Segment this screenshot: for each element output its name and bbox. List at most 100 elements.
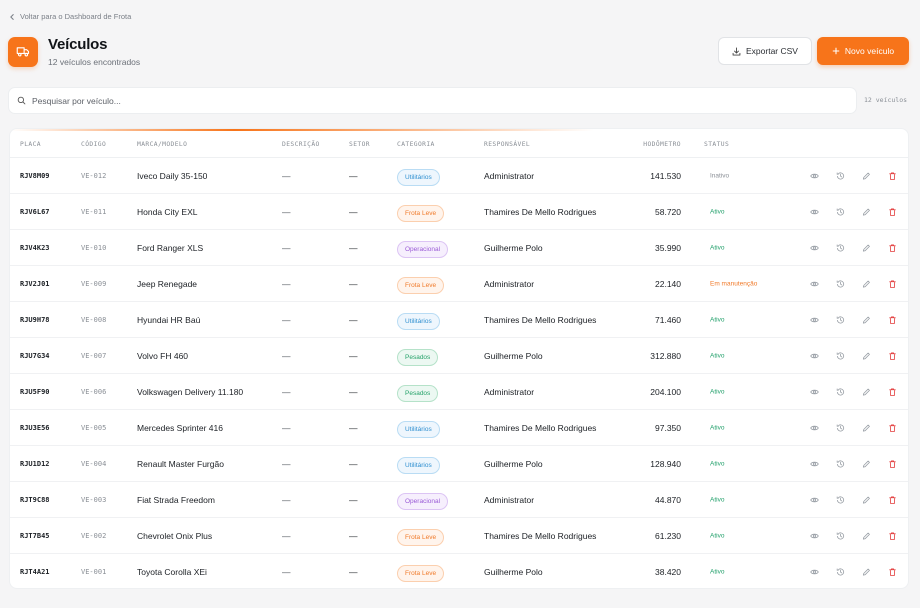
view-button[interactable] <box>808 421 821 434</box>
cell-hodometro: 204.100 <box>650 386 681 397</box>
edit-button[interactable] <box>860 529 873 542</box>
column-header-categoria[interactable]: Categoria <box>397 141 435 148</box>
column-header-responsavel[interactable]: Responsável <box>484 141 530 148</box>
cell-descricao: — <box>282 314 291 325</box>
view-button[interactable] <box>808 169 821 182</box>
cell-marca-modelo: Hyundai HR Baú <box>137 314 201 325</box>
column-header-marca[interactable]: Marca/Modelo <box>137 141 187 148</box>
eye-icon <box>810 495 819 504</box>
pencil-icon <box>862 423 871 432</box>
view-button[interactable] <box>808 349 821 362</box>
table-row[interactable]: RJV4K23 VE-010 Ford Ranger XLS — — Operaciona… <box>10 230 908 266</box>
back-link[interactable]: Voltar para o Dashboard de Frota <box>8 12 131 21</box>
search-input[interactable] <box>32 95 832 106</box>
history-button[interactable] <box>834 241 847 254</box>
delete-button[interactable] <box>886 421 899 434</box>
pencil-icon <box>862 243 871 252</box>
view-button[interactable] <box>808 205 821 218</box>
table-row[interactable]: RJV2J01 VE-009 Jeep Renegade — — Frota Leve Ad… <box>10 266 908 302</box>
edit-button[interactable] <box>860 385 873 398</box>
edit-button[interactable] <box>860 205 873 218</box>
table-row[interactable]: RJU1D12 VE-004 Renault Master Furgão — — Util… <box>10 446 908 482</box>
history-button[interactable] <box>834 457 847 470</box>
column-header-status[interactable]: Status <box>704 141 729 148</box>
table-row[interactable]: RJU7G34 VE-007 Volvo FH 460 — — Pesados Guilhe… <box>10 338 908 374</box>
history-button[interactable] <box>834 566 847 579</box>
edit-button[interactable] <box>860 566 873 579</box>
delete-button[interactable] <box>886 457 899 470</box>
history-button[interactable] <box>834 529 847 542</box>
view-button[interactable] <box>808 566 821 579</box>
view-button[interactable] <box>808 277 821 290</box>
cell-descricao: — <box>282 350 291 361</box>
cell-descricao: — <box>282 530 291 541</box>
chevron-left-icon <box>10 13 14 20</box>
delete-button[interactable] <box>886 493 899 506</box>
column-header-descricao[interactable]: Descrição <box>282 141 320 148</box>
history-icon <box>836 459 845 468</box>
view-button[interactable] <box>808 241 821 254</box>
column-header-placa[interactable]: Placa <box>20 141 41 148</box>
history-button[interactable] <box>834 421 847 434</box>
table-row[interactable]: RJU5F90 VE-006 Volkswagen Delivery 11.180 —… <box>10 374 908 410</box>
table-row[interactable]: RJU3E56 VE-005 Mercedes Sprinter 416 — — Util… <box>10 410 908 446</box>
cell-marca-modelo: Volkswagen Delivery 11.180 <box>137 386 244 397</box>
history-button[interactable] <box>834 385 847 398</box>
history-button[interactable] <box>834 349 847 362</box>
cell-categoria: Utilitários <box>397 454 440 474</box>
edit-button[interactable] <box>860 277 873 290</box>
delete-button[interactable] <box>886 277 899 290</box>
delete-button[interactable] <box>886 566 899 579</box>
row-actions <box>808 349 899 362</box>
category-badge: Frota Leve <box>397 528 445 546</box>
trash-icon <box>888 171 897 180</box>
delete-button[interactable] <box>886 169 899 182</box>
column-header-setor[interactable]: Setor <box>349 141 370 148</box>
view-button[interactable] <box>808 457 821 470</box>
delete-button[interactable] <box>886 529 899 542</box>
table-row[interactable]: RJT7B45 VE-002 Chevrolet Onix Plus — — Frota … <box>10 518 908 554</box>
column-header-codigo[interactable]: Código <box>81 141 106 148</box>
delete-button[interactable] <box>886 385 899 398</box>
view-button[interactable] <box>808 313 821 326</box>
history-button[interactable] <box>834 493 847 506</box>
eye-icon <box>810 568 819 577</box>
table-row[interactable]: RJT9C88 VE-003 Fiat Strada Freedom — — Operac… <box>10 482 908 518</box>
new-vehicle-button[interactable]: Novo veículo <box>817 37 909 65</box>
delete-button[interactable] <box>886 205 899 218</box>
delete-button[interactable] <box>886 241 899 254</box>
view-button[interactable] <box>808 493 821 506</box>
table-row[interactable]: RJU9H78 VE-008 Hyundai HR Baú — — Utilitários… <box>10 302 908 338</box>
history-icon <box>836 531 845 540</box>
table-row[interactable]: RJV8M09 VE-012 Iveco Daily 35-150 — — Utilitá… <box>10 158 908 194</box>
view-button[interactable] <box>808 529 821 542</box>
view-button[interactable] <box>808 385 821 398</box>
table-row[interactable]: RJT4A21 VE-001 Toyota Corolla XEi — — Frota L… <box>10 554 908 588</box>
table-row[interactable]: RJV6L67 VE-011 Honda City EXL — — Frota Leve T… <box>10 194 908 230</box>
edit-button[interactable] <box>860 421 873 434</box>
edit-button[interactable] <box>860 493 873 506</box>
edit-button[interactable] <box>860 349 873 362</box>
history-button[interactable] <box>834 169 847 182</box>
edit-button[interactable] <box>860 241 873 254</box>
cell-setor: — <box>349 242 358 253</box>
history-button[interactable] <box>834 277 847 290</box>
category-badge: Pesados <box>397 348 439 366</box>
cell-responsavel: Administrator <box>484 170 535 181</box>
cell-setor: — <box>349 206 358 217</box>
edit-button[interactable] <box>860 457 873 470</box>
trash-icon <box>888 243 897 252</box>
export-csv-button[interactable]: Exportar CSV <box>718 37 812 65</box>
history-button[interactable] <box>834 313 847 326</box>
trash-icon <box>888 315 897 324</box>
delete-button[interactable] <box>886 313 899 326</box>
cell-categoria: Utilitários <box>397 418 440 438</box>
delete-button[interactable] <box>886 349 899 362</box>
column-header-hodometro[interactable]: Hodômetro <box>643 141 681 148</box>
cell-placa: RJU9H78 <box>20 315 50 324</box>
history-button[interactable] <box>834 205 847 218</box>
cell-codigo: VE-012 <box>81 171 107 180</box>
edit-button[interactable] <box>860 313 873 326</box>
cell-descricao: — <box>282 386 291 397</box>
edit-button[interactable] <box>860 169 873 182</box>
